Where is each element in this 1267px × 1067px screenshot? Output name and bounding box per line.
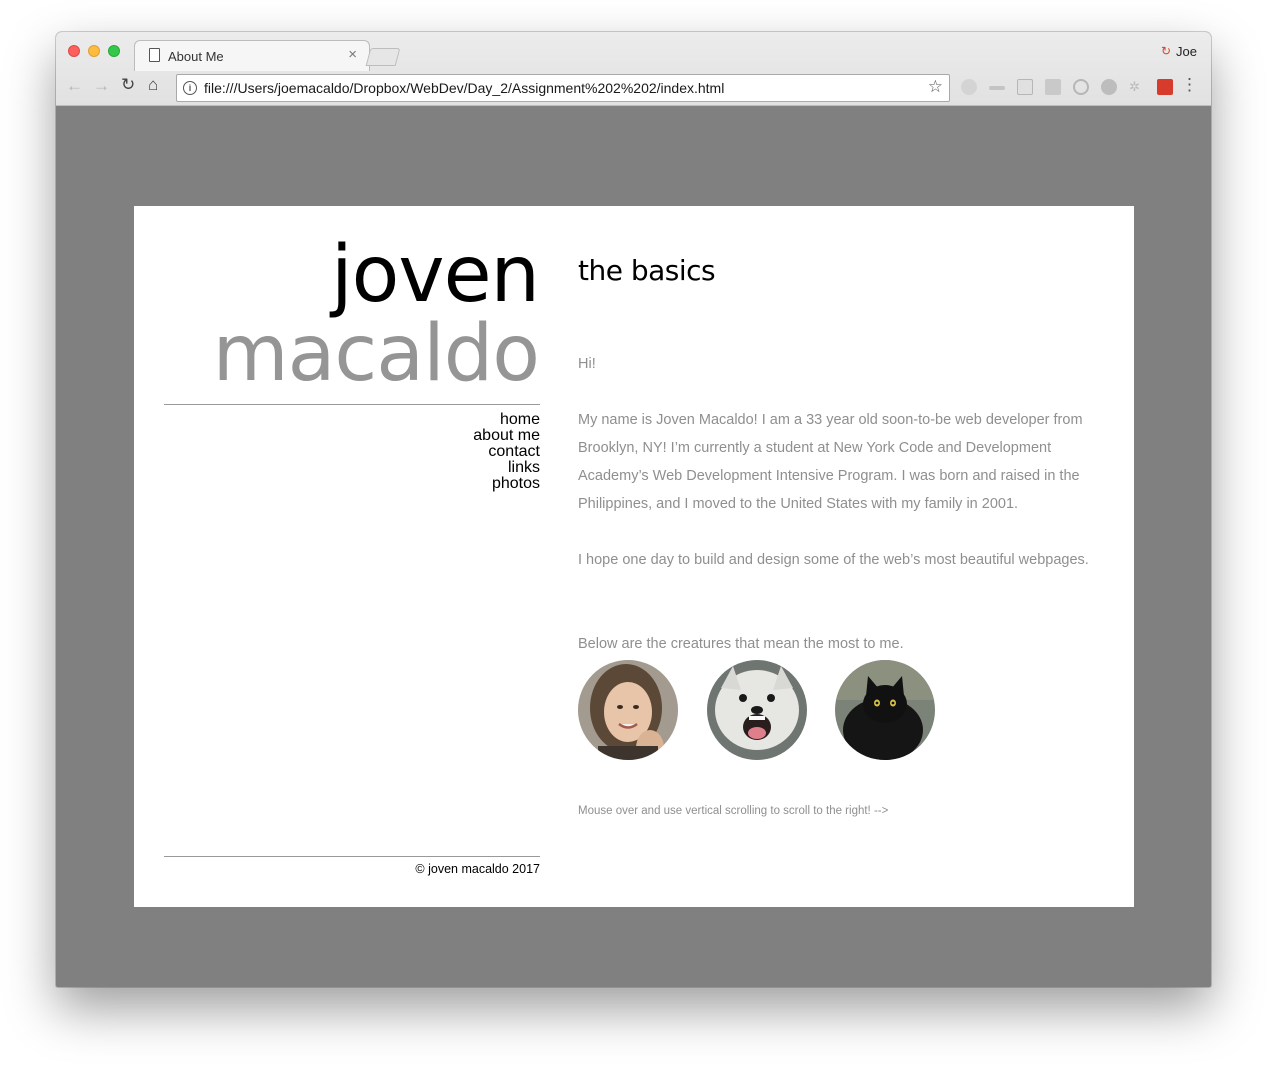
sidebar-divider-top — [164, 404, 540, 405]
tab-about-me[interactable]: About Me × — [134, 40, 370, 71]
bookmark-star-icon[interactable]: ☆ — [928, 77, 943, 97]
reload-button[interactable]: ↻ — [121, 76, 135, 94]
browser-window: About Me × ↻ Joe ← → ↻ ⌂ i file:///Users… — [56, 32, 1211, 987]
nav-link-photos[interactable]: photos — [164, 476, 540, 492]
document-icon — [149, 48, 160, 62]
creatures-intro: Below are the creatures that mean the mo… — [578, 636, 904, 652]
nav-link-about-me[interactable]: about me — [164, 428, 540, 444]
extension-puzzle-icon[interactable]: ✲ — [1129, 79, 1145, 95]
site-name-first: joven — [331, 230, 540, 320]
extension-badge-icon[interactable] — [1017, 79, 1033, 95]
back-button[interactable]: ← — [66, 77, 83, 95]
nav-link-home[interactable]: home — [164, 412, 540, 428]
extension-window-icon[interactable] — [1045, 79, 1061, 95]
bio-paragraph: My name is Joven Macaldo! I am a 33 year… — [578, 412, 1083, 512]
nav-link-contact[interactable]: contact — [164, 444, 540, 460]
forward-button[interactable]: → — [93, 77, 110, 95]
extension-key-icon[interactable] — [989, 86, 1005, 90]
extension-chart-icon[interactable] — [1157, 79, 1173, 95]
extension-globe-icon[interactable] — [1101, 79, 1117, 95]
section-title: the basics — [578, 254, 716, 287]
extension-circle-icon[interactable] — [961, 79, 977, 95]
scroll-hint: Mouse over and use vertical scrolling to… — [578, 805, 889, 817]
nav-link-links[interactable]: links — [164, 460, 540, 476]
cat-photo[interactable] — [835, 660, 935, 760]
hope-paragraph: I hope one day to build and design some … — [578, 552, 1089, 568]
close-window-button[interactable] — [68, 45, 80, 57]
address-bar[interactable]: i file:///Users/joemacaldo/Dropbox/WebDe… — [176, 74, 950, 102]
site-name-last: macaldo — [212, 309, 540, 399]
tab-close-button[interactable]: × — [348, 46, 357, 63]
browser-toolbar: About Me × ↻ Joe ← → ↻ ⌂ i file:///Users… — [56, 32, 1211, 106]
url-text[interactable]: file:///Users/joemacaldo/Dropbox/WebDev/… — [204, 80, 724, 96]
webpage-card: joven macaldo home about me contact link… — [134, 206, 1134, 907]
sidebar-divider-bottom — [164, 856, 540, 857]
profile-sync-icon[interactable]: ↻ — [1161, 44, 1171, 58]
info-icon[interactable]: i — [183, 81, 197, 95]
copyright-text: © joven macaldo 2017 — [415, 862, 540, 876]
greeting-text: Hi! — [578, 356, 596, 372]
browser-menu-icon[interactable]: ⋮ — [1181, 76, 1198, 94]
maximize-window-button[interactable] — [108, 45, 120, 57]
dog-photo[interactable] — [707, 660, 807, 760]
home-button[interactable]: ⌂ — [148, 76, 158, 94]
minimize-window-button[interactable] — [88, 45, 100, 57]
tab-title: About Me — [168, 49, 224, 64]
extension-search-icon[interactable] — [1073, 79, 1089, 95]
site-nav: home about me contact links photos — [164, 412, 540, 492]
profile-name[interactable]: Joe — [1176, 44, 1197, 59]
woman-photo[interactable] — [578, 660, 678, 760]
new-tab-button[interactable] — [365, 48, 401, 66]
